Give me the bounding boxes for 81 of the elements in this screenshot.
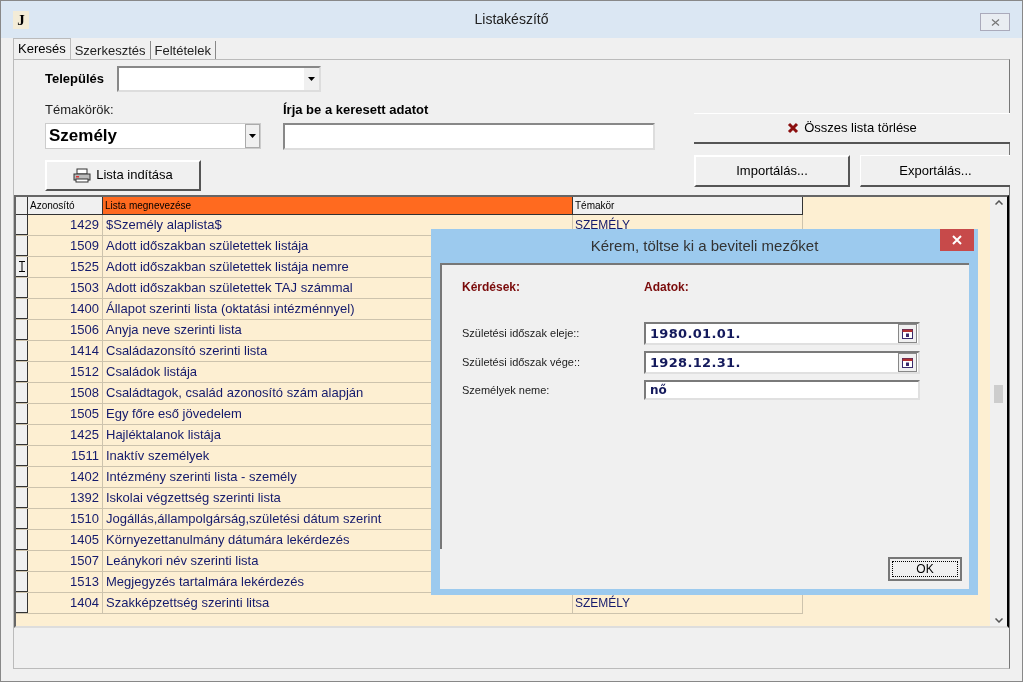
table-cell-text: SZEMÉLY (575, 594, 631, 612)
row-indicator[interactable] (16, 592, 28, 613)
table-cell: 1425 (28, 424, 103, 445)
table-cell: 1507 (28, 550, 103, 571)
table-cell: 1509 (28, 235, 103, 256)
column-heading: Adatok: (644, 279, 689, 296)
table-cell: 1503 (28, 277, 103, 298)
calendar-icon (902, 328, 913, 339)
table-cell: 1510 (28, 508, 103, 529)
dropdown-arrow-icon (308, 77, 315, 81)
text-cursor-icon (18, 260, 25, 272)
window-title: Listakészítő (474, 10, 549, 29)
column-header[interactable]: Témakör (573, 196, 803, 214)
row-indicator[interactable] (16, 403, 28, 424)
dialog-title: Kérem, töltse ki a beviteli mezőket (590, 235, 819, 256)
cross-icon (787, 122, 800, 134)
date-field[interactable]: 1980.01.01. (644, 322, 920, 345)
column-heading: Kérdések: (462, 279, 522, 296)
column-header[interactable]: Lista megnevezése (103, 196, 573, 214)
table-cell: 1512 (28, 361, 103, 382)
row-indicator[interactable] (16, 319, 28, 340)
scroll-up-icon[interactable] (994, 199, 1003, 205)
row-indicator[interactable] (16, 382, 28, 403)
row-indicator[interactable] (16, 361, 28, 382)
close-button[interactable] (940, 229, 974, 251)
dropdown[interactable] (117, 66, 321, 92)
delete-all-button[interactable]: Összes lista törlése (694, 113, 1010, 144)
row-indicator[interactable] (16, 550, 28, 571)
row-indicator[interactable] (16, 571, 28, 592)
close-icon (952, 235, 962, 245)
table-cell-text: SZEMÉLY (575, 216, 631, 234)
scroll-down-icon[interactable] (994, 617, 1003, 623)
scroll-thumb[interactable] (994, 384, 1003, 403)
column-header[interactable]: Azonosító (28, 196, 103, 214)
table-cell: 1400 (28, 298, 103, 319)
field-label: Témakörök: (45, 101, 115, 119)
scrollbar[interactable] (990, 196, 1007, 626)
table-cell: 1508 (28, 382, 103, 403)
table-cell: 1414 (28, 340, 103, 361)
date-field[interactable]: 1928.12.31. (644, 351, 920, 374)
dropdown[interactable]: Személy (45, 122, 261, 149)
table-cell: 1405 (28, 529, 103, 550)
export-button[interactable]: Exportálás... (860, 155, 1010, 187)
search-field[interactable] (283, 122, 655, 150)
table-cell: 1505 (28, 403, 103, 424)
field-label: Személyek neme: (462, 382, 551, 398)
table-cell: 1513 (28, 571, 103, 592)
table-cell: 1511 (28, 445, 103, 466)
table-cell: 1506 (28, 319, 103, 340)
table-cell: 1525 (28, 256, 103, 277)
calendar-button[interactable] (898, 324, 917, 343)
table-cell: 1402 (28, 466, 103, 487)
field-label: Település (45, 70, 104, 89)
table-cell: 1404 (28, 592, 103, 613)
table-cell: 1429 (28, 214, 103, 235)
row-indicator[interactable] (16, 256, 28, 277)
row-indicator[interactable] (16, 487, 28, 508)
start-list-button[interactable]: Lista indítása (45, 159, 201, 191)
printer-icon (73, 167, 92, 183)
app-icon: J (13, 11, 29, 29)
calendar-button[interactable] (898, 353, 917, 372)
table-cell: 1392 (28, 487, 103, 508)
row-indicator[interactable] (16, 298, 28, 319)
tab[interactable]: Keresés (13, 38, 71, 59)
row-indicator[interactable] (16, 340, 28, 361)
row-indicator[interactable] (16, 235, 28, 256)
ok-button[interactable]: OK (888, 557, 962, 581)
close-icon (990, 18, 1000, 26)
calendar-icon (902, 357, 913, 368)
row-indicator[interactable] (16, 508, 28, 529)
row-indicator[interactable] (16, 466, 28, 487)
input-field[interactable]: nő (644, 380, 920, 400)
row-indicator[interactable] (16, 529, 28, 550)
close-button[interactable] (980, 13, 1010, 31)
row-indicator[interactable] (16, 445, 28, 466)
row-indicator[interactable] (16, 277, 28, 298)
dropdown-arrow-icon (249, 133, 256, 138)
row-indicator[interactable] (16, 214, 28, 235)
field-label: Írja be a keresett adatot (283, 101, 430, 119)
import-button[interactable]: Importálás... (694, 155, 850, 187)
row-indicator[interactable] (16, 424, 28, 445)
